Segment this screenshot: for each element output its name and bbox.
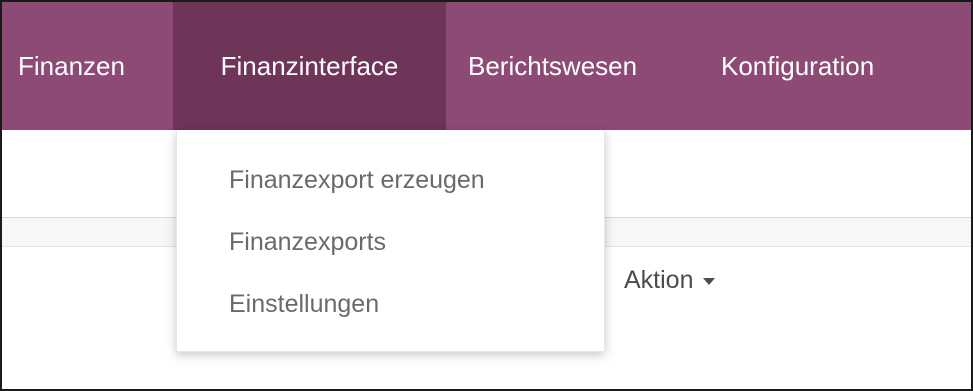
top-navbar: Finanzen Finanzinterface Berichtswesen K… [2, 2, 971, 130]
nav-menu-finanzen-label: Finanzen [18, 50, 125, 81]
nav-menu-konfiguration[interactable]: Konfiguration [707, 2, 874, 130]
action-dropdown-button[interactable]: Aktion [624, 266, 716, 295]
menu-item-einstellungen[interactable]: Einstellungen [229, 290, 379, 319]
nav-menu-berichtswesen-label: Berichtswesen [468, 50, 638, 81]
menu-item-finanzexport-erzeugen[interactable]: Finanzexport erzeugen [229, 166, 485, 195]
nav-menu-finanzinterface-label: Finanzinterface [220, 50, 399, 81]
app-window: Finanzen Finanzinterface Berichtswesen K… [0, 0, 973, 391]
nav-menu-finanzinterface[interactable]: Finanzinterface [173, 2, 446, 130]
nav-menu-berichtswesen[interactable]: Berichtswesen [446, 2, 707, 130]
nav-menu-konfiguration-label: Konfiguration [721, 50, 875, 81]
action-button-label: Aktion [624, 266, 694, 294]
caret-down-icon [703, 278, 716, 285]
finanzinterface-dropdown-menu: Finanzexport erzeugen Finanzexports Eins… [176, 130, 605, 352]
menu-item-finanzexports[interactable]: Finanzexports [229, 228, 386, 257]
nav-menu-finanzen[interactable]: Finanzen [2, 2, 173, 130]
